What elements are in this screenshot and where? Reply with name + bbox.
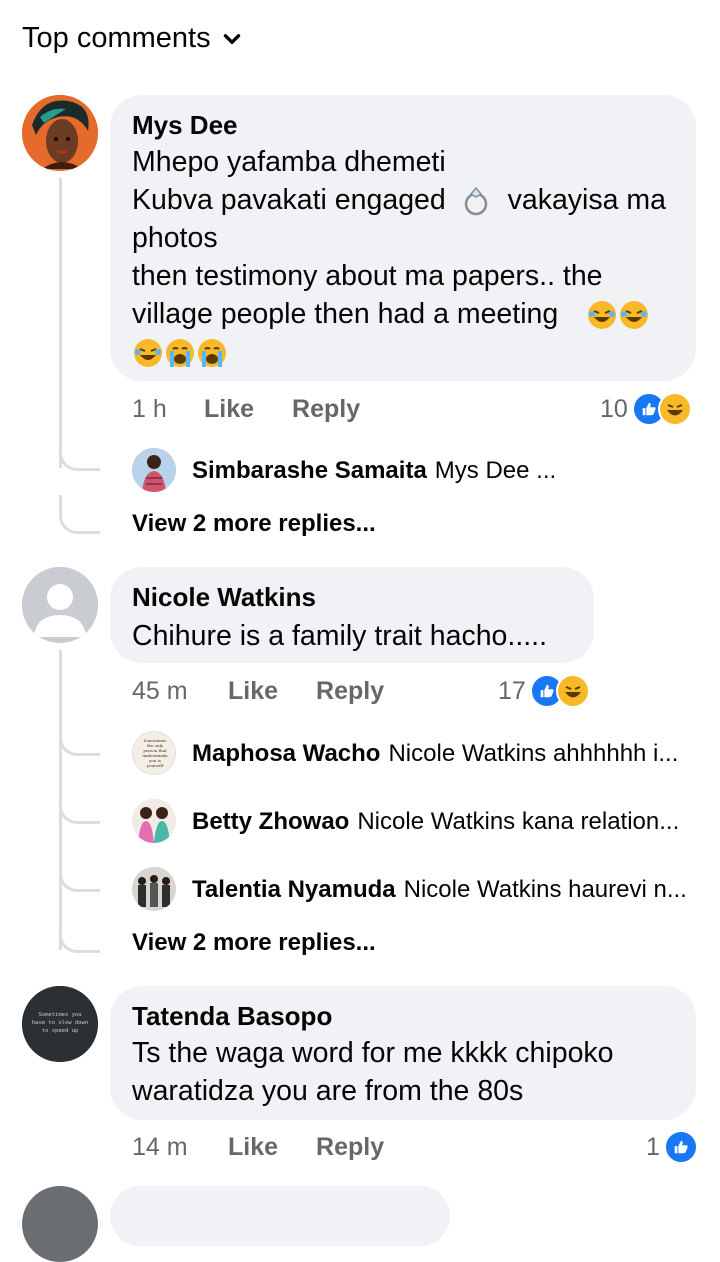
reply-button[interactable]: Reply xyxy=(316,1133,384,1162)
comment-bubble xyxy=(110,1186,450,1246)
avatar[interactable] xyxy=(22,567,98,643)
ring-emoji-icon xyxy=(464,187,487,216)
thread-branch xyxy=(59,725,100,756)
quote-image-avatar: Sometimes you have to slow down to speed… xyxy=(22,986,98,1062)
comment-bubble: Nicole Watkins Chihure is a family trait… xyxy=(110,567,594,663)
svg-text:have to slow down: have to slow down xyxy=(32,1020,88,1026)
view-more-replies-link[interactable]: View 2 more replies... xyxy=(132,510,376,538)
svg-text:Sometimes you: Sometimes you xyxy=(38,1012,81,1018)
comment-meta: 45 m Like Reply xyxy=(132,677,384,706)
crying-emoji-icon xyxy=(198,339,226,368)
top-comments-filter[interactable]: Top comments xyxy=(22,22,243,55)
reaction-count: 10 xyxy=(600,394,628,423)
thread-branch xyxy=(59,861,100,892)
avatar[interactable] xyxy=(22,1186,98,1262)
reaction-summary[interactable]: 17 xyxy=(498,674,590,708)
rofl-emoji-icon xyxy=(620,301,649,330)
comment-bubble: Mys Dee Mhepo yafamba dhemeti Kubva pava… xyxy=(110,95,696,381)
reply-snippet: Mys Dee ... xyxy=(434,457,557,484)
thread-branch xyxy=(59,915,100,953)
svg-text:to speed up: to speed up xyxy=(42,1028,78,1034)
reply-snippet: Nicole Watkins haurevi n... xyxy=(403,876,687,903)
haha-reaction-icon xyxy=(555,674,590,708)
comment-author[interactable]: Nicole Watkins xyxy=(132,582,316,613)
reaction-count: 17 xyxy=(498,676,526,705)
avatar[interactable] xyxy=(132,799,176,843)
reply-preview[interactable]: Betty Zhowao Nicole Watkins kana relatio… xyxy=(192,808,679,836)
woman-portrait-icon xyxy=(22,95,98,171)
comment-time: 45 m xyxy=(132,677,188,705)
reply-button[interactable]: Reply xyxy=(292,395,360,424)
like-button[interactable]: Like xyxy=(228,677,278,706)
reply-snippet: Nicole Watkins ahhhhhh i... xyxy=(388,740,679,767)
comment-meta: 1 h Like Reply xyxy=(132,395,360,424)
avatar[interactable]: Sometimes you have to slow down to speed… xyxy=(22,986,98,1062)
man-portrait-icon xyxy=(132,448,176,492)
thread-branch xyxy=(59,793,100,824)
comment-text: Mhepo yafamba dhemeti Kubva pavakati eng… xyxy=(132,143,692,371)
avatar[interactable] xyxy=(132,448,176,492)
chevron-down-icon xyxy=(223,33,240,44)
comment-time: 1 h xyxy=(132,395,167,423)
avatar[interactable] xyxy=(22,95,98,171)
top-comments-label: Top comments xyxy=(22,22,211,54)
comment-bubble: Tatenda Basopo Ts the waga word for me k… xyxy=(110,986,696,1120)
group-photo-icon xyxy=(132,867,176,911)
avatar[interactable] xyxy=(132,867,176,911)
thread-branch xyxy=(59,440,100,471)
like-reaction-icon xyxy=(663,1130,698,1164)
comment-text: Chihure is a family trait hacho..... xyxy=(132,620,548,652)
rofl-emoji-icon xyxy=(588,301,617,330)
default-profile-icon xyxy=(22,567,98,643)
thread-branch xyxy=(59,495,100,534)
haha-reaction-icon xyxy=(657,392,692,426)
view-more-replies-link[interactable]: View 2 more replies... xyxy=(132,929,376,957)
svg-text:yourself: yourself xyxy=(146,763,164,768)
reply-button[interactable]: Reply xyxy=(316,677,384,706)
comment-time: 14 m xyxy=(132,1133,188,1161)
reply-author: Maphosa Wacho xyxy=(192,740,381,767)
like-button[interactable]: Like xyxy=(204,395,254,424)
comment-author[interactable]: Tatenda Basopo xyxy=(132,1001,332,1032)
reply-preview[interactable]: Maphosa Wacho Nicole Watkins ahhhhhh i..… xyxy=(192,740,678,768)
reply-preview[interactable]: Simbarashe Samaita Mys Dee ... xyxy=(192,457,556,485)
comment-meta: 14 m Like Reply xyxy=(132,1133,384,1162)
rofl-emoji-icon xyxy=(134,339,162,368)
reply-preview[interactable]: Talentia Nyamuda Nicole Watkins haurevi … xyxy=(192,876,687,904)
avatar[interactable]: Sometimes the only person that understan… xyxy=(132,731,176,775)
comment-author[interactable]: Mys Dee xyxy=(132,110,238,141)
reply-author: Talentia Nyamuda xyxy=(192,876,396,903)
group-photo-icon xyxy=(132,799,176,843)
crying-emoji-icon xyxy=(166,339,194,368)
reply-author: Simbarashe Samaita xyxy=(192,457,427,484)
reaction-count: 1 xyxy=(646,1132,660,1161)
like-button[interactable]: Like xyxy=(228,1133,278,1162)
reaction-summary[interactable]: 1 xyxy=(646,1130,698,1164)
reply-author: Betty Zhowao xyxy=(192,808,350,835)
quote-image-avatar: Sometimes the only person that understan… xyxy=(133,732,175,774)
thread-line xyxy=(59,178,62,468)
reply-snippet: Nicole Watkins kana relation... xyxy=(357,808,680,835)
reaction-summary[interactable]: 10 xyxy=(600,392,692,426)
comment-text: Ts the waga word for me kkkk chipoko war… xyxy=(132,1037,614,1107)
